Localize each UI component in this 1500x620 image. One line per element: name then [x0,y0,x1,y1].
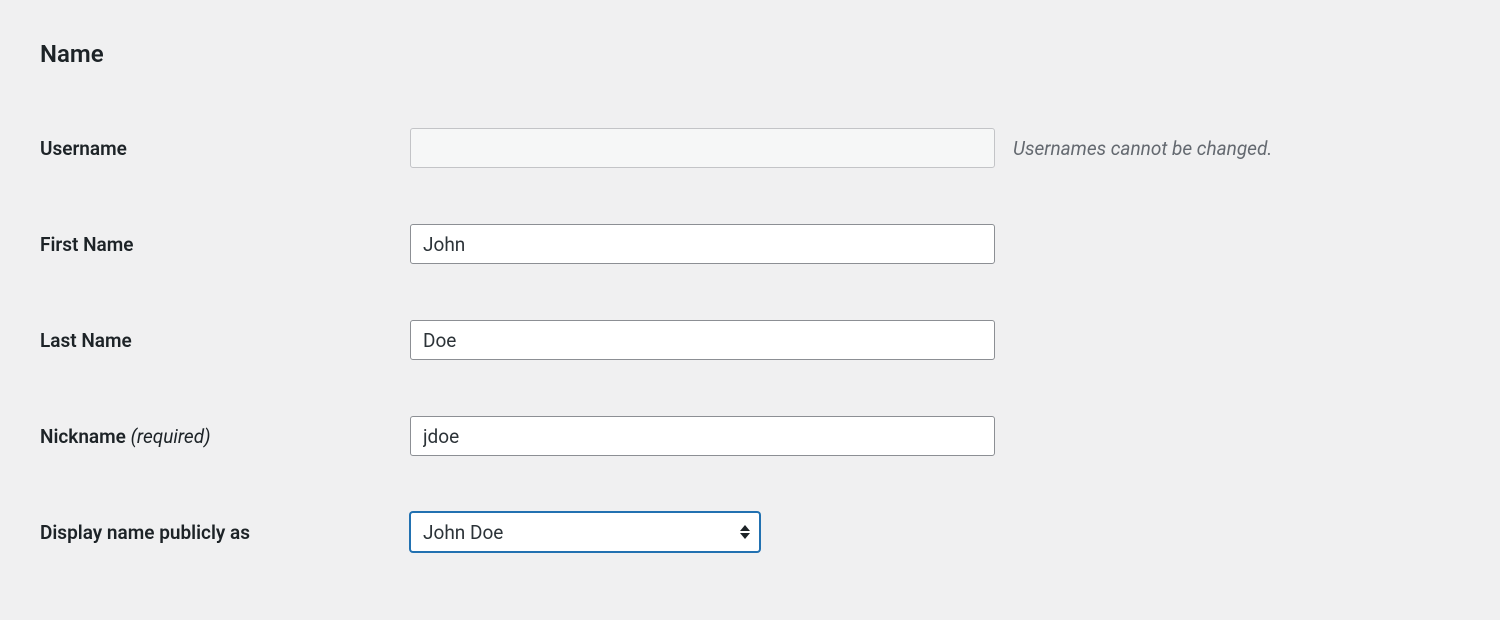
first-name-row: First Name [40,224,1460,264]
nickname-field[interactable] [410,416,995,456]
username-description: Usernames cannot be changed. [1013,137,1272,160]
last-name-row: Last Name [40,320,1460,360]
nickname-label-text: Nickname [40,425,126,448]
first-name-label: First Name [40,233,410,256]
display-name-select[interactable]: John Doe [410,512,760,552]
section-title: Name [40,40,1460,68]
username-field [410,128,995,168]
nickname-label-suffix: (required) [131,425,211,448]
username-label: Username [40,137,410,160]
username-row: Username Usernames cannot be changed. [40,128,1460,168]
nickname-row: Nickname (required) [40,416,1460,456]
display-name-row: Display name publicly as John Doe [40,512,1460,552]
display-name-select-wrapper: John Doe [410,512,760,552]
nickname-label: Nickname (required) [40,425,410,448]
last-name-label: Last Name [40,329,410,352]
name-section: Name Username Usernames cannot be change… [0,0,1500,552]
first-name-field[interactable] [410,224,995,264]
last-name-field[interactable] [410,320,995,360]
display-name-label: Display name publicly as [40,521,410,544]
